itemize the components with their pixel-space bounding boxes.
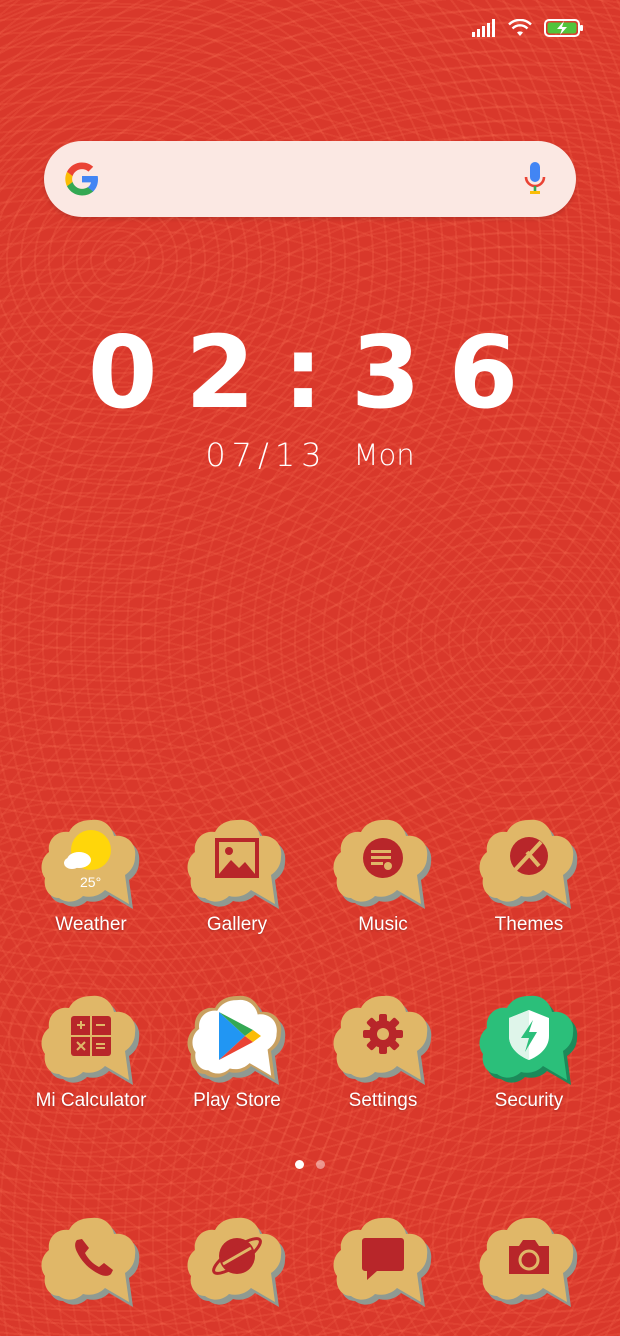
phone-icon	[41, 1217, 140, 1307]
clock-date: 07/13	[205, 436, 328, 474]
music-icon	[333, 819, 432, 909]
app-label: Music	[358, 914, 408, 935]
battery-charging-icon	[544, 19, 583, 37]
app-security[interactable]: Security	[456, 990, 602, 1140]
dock-messages[interactable]	[310, 1212, 456, 1336]
calculator-icon	[41, 995, 140, 1085]
app-music[interactable]: Music	[310, 814, 456, 964]
page-indicator[interactable]	[0, 1160, 620, 1172]
signal-icon	[472, 19, 495, 37]
gallery-icon	[187, 819, 286, 909]
app-play-store[interactable]: Play Store	[164, 990, 310, 1140]
app-label: Weather	[55, 914, 127, 935]
google-search-bar[interactable]	[44, 141, 576, 217]
app-themes[interactable]: Themes	[456, 814, 602, 964]
clock-date-row[interactable]: 07/13 Mon	[0, 432, 620, 478]
security-shield-icon	[479, 995, 578, 1085]
themes-icon	[479, 819, 578, 909]
settings-gear-icon	[333, 995, 432, 1085]
app-label: Themes	[494, 914, 564, 935]
wifi-icon	[508, 19, 532, 36]
app-mi-calculator[interactable]: Mi Calculator	[18, 990, 164, 1140]
app-label: Play Store	[193, 1090, 281, 1111]
weather-icon	[41, 819, 140, 909]
dock-camera[interactable]	[456, 1212, 602, 1336]
browser-icon	[187, 1217, 286, 1307]
page-dot-2[interactable]	[316, 1160, 325, 1169]
dock-browser[interactable]	[164, 1212, 310, 1336]
app-label: Settings	[348, 1090, 418, 1111]
clock-time[interactable]: 02:36	[0, 318, 620, 428]
camera-icon	[479, 1217, 578, 1307]
play-store-icon	[187, 995, 286, 1085]
app-weather[interactable]: 25° Weather	[18, 814, 164, 964]
microphone-icon[interactable]	[524, 161, 546, 197]
dock-phone[interactable]	[18, 1212, 164, 1336]
app-settings[interactable]: Settings	[310, 990, 456, 1140]
status-bar	[472, 16, 584, 40]
app-label: Security	[494, 1090, 564, 1111]
clock-day: Mon	[353, 438, 415, 472]
weather-temperature: 25°	[80, 874, 102, 890]
app-label: Mi Calculator	[35, 1090, 147, 1111]
app-gallery[interactable]: Gallery	[164, 814, 310, 964]
app-label: Gallery	[206, 914, 268, 935]
page-dot-1[interactable]	[295, 1160, 304, 1169]
messages-icon	[333, 1217, 432, 1307]
google-logo-icon	[65, 162, 98, 196]
